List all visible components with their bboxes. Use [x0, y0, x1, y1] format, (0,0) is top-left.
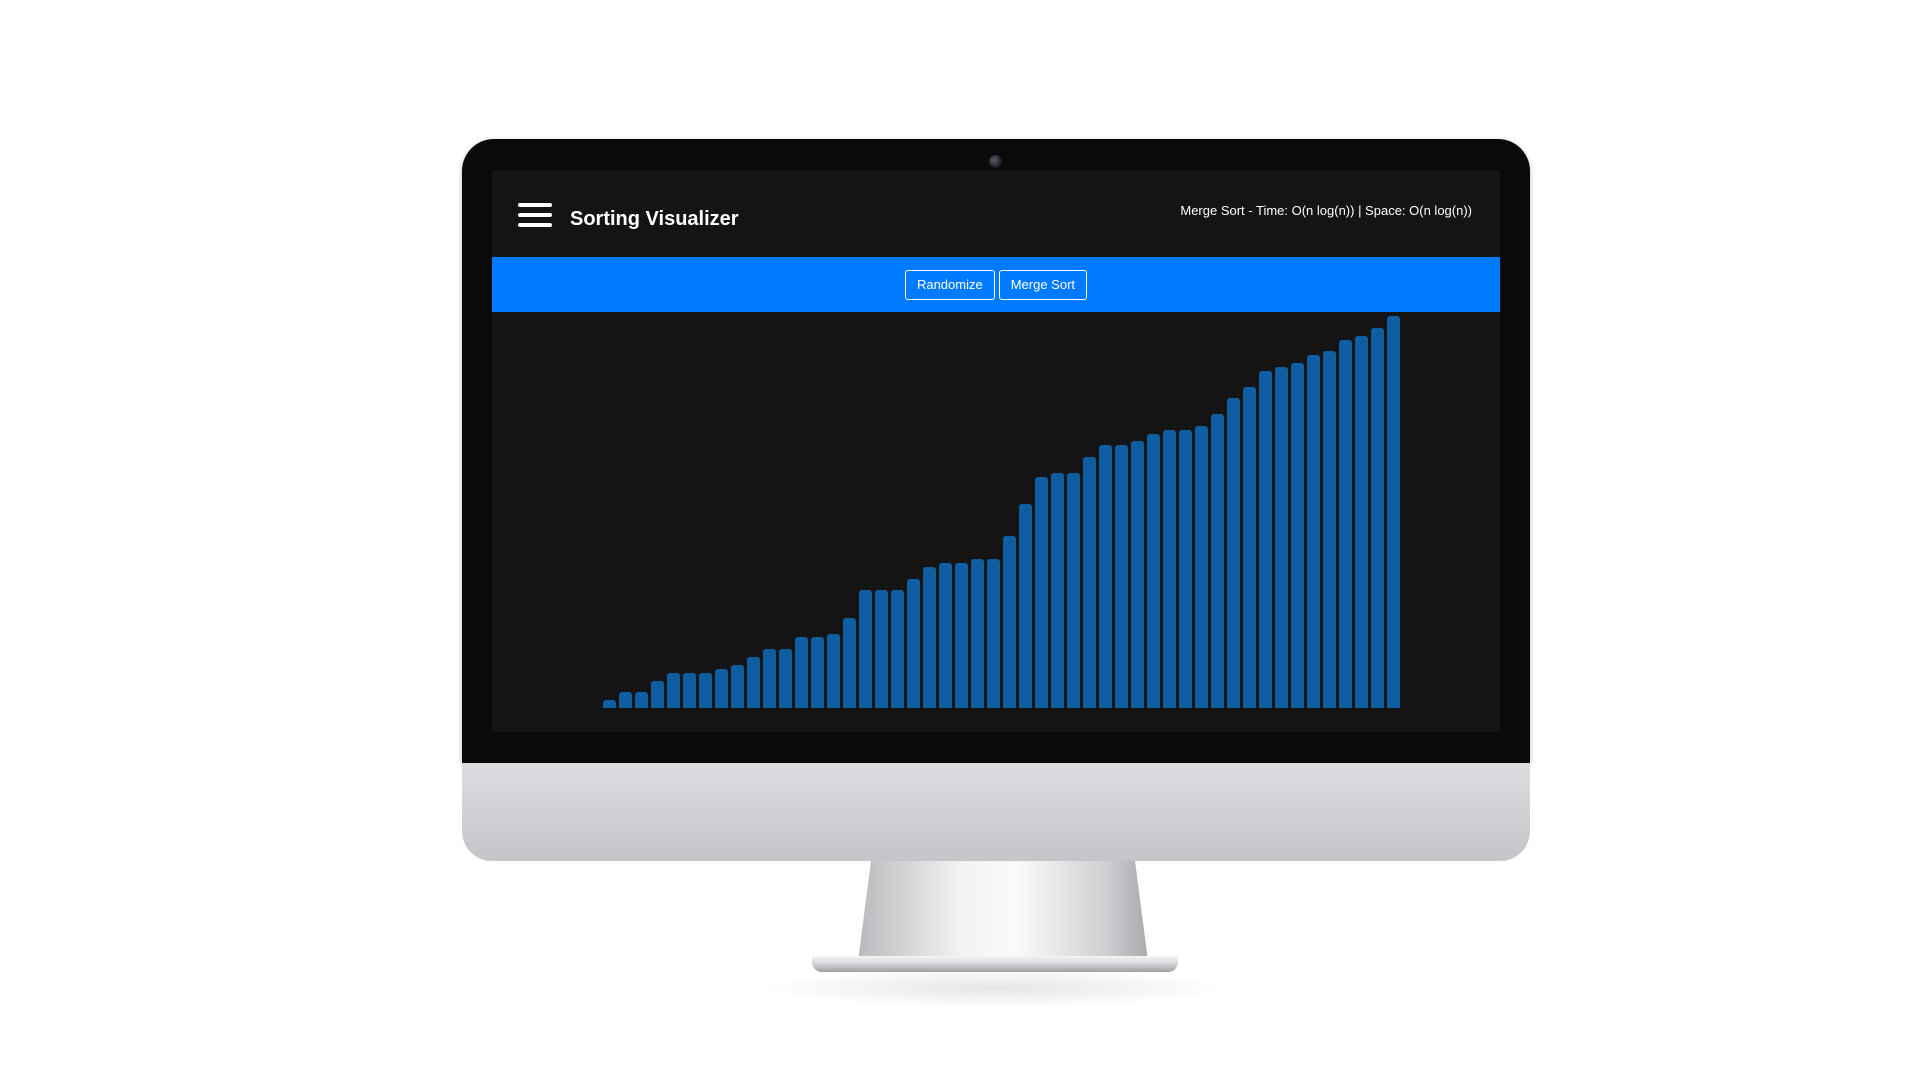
menu-line [518, 223, 552, 227]
array-bar [763, 649, 776, 708]
array-bar [1227, 398, 1240, 708]
array-bar [779, 649, 792, 708]
array-bar [1339, 340, 1352, 708]
array-bar [1275, 367, 1288, 708]
menu-line [518, 213, 552, 217]
array-bar [1371, 328, 1384, 708]
monitor-stand [858, 861, 1148, 961]
menu-line [518, 203, 552, 207]
array-bar [1211, 414, 1224, 708]
array-bar [1051, 473, 1064, 708]
array-bar [1163, 430, 1176, 708]
array-bar [875, 590, 888, 708]
merge-sort-button[interactable]: Merge Sort [998, 269, 1088, 300]
array-bar [603, 700, 616, 708]
array-bar [923, 567, 936, 708]
array-bar [971, 559, 984, 708]
desktop-scene: Sorting Visualizer Merge Sort - Time: O(… [0, 0, 1920, 1080]
toolbar: Randomize Merge Sort [492, 257, 1500, 312]
array-bar [1115, 445, 1128, 708]
array-bar [1291, 363, 1304, 708]
array-bar [1131, 441, 1144, 708]
bars-container [603, 316, 1400, 708]
array-bar [1003, 536, 1016, 708]
bars-chart [492, 312, 1500, 732]
array-bar [1083, 457, 1096, 708]
array-bar [667, 673, 680, 708]
array-bar [715, 669, 728, 708]
array-bar [795, 637, 808, 708]
array-bar [1019, 504, 1032, 708]
array-bar [1243, 387, 1256, 708]
array-bar [651, 681, 664, 708]
array-bar [731, 665, 744, 708]
array-bar [1179, 430, 1192, 708]
array-bar [955, 563, 968, 708]
app-title: Sorting Visualizer [570, 208, 739, 230]
monitor-chin [462, 763, 1530, 861]
randomize-button[interactable]: Randomize [904, 269, 995, 300]
array-bar [1323, 351, 1336, 708]
app-screen: Sorting Visualizer Merge Sort - Time: O(… [492, 170, 1500, 732]
array-bar [1035, 477, 1048, 708]
hamburger-menu-icon[interactable] [518, 203, 552, 229]
monitor-base [812, 956, 1178, 972]
array-bar [1099, 445, 1112, 708]
array-bar [747, 657, 760, 708]
array-bar [619, 692, 632, 708]
array-bar [683, 673, 696, 708]
array-bar [939, 563, 952, 708]
array-bar [907, 579, 920, 708]
array-bar [1195, 426, 1208, 708]
array-bar [1147, 434, 1160, 708]
array-bar [859, 590, 872, 708]
array-bar [1307, 355, 1320, 708]
algorithm-complexity-info: Merge Sort - Time: O(n log(n)) | Space: … [1180, 203, 1472, 218]
array-bar [843, 618, 856, 708]
array-bar [891, 590, 904, 708]
array-bar [1067, 473, 1080, 708]
array-bar [635, 692, 648, 708]
array-bar [987, 559, 1000, 708]
navbar: Sorting Visualizer Merge Sort - Time: O(… [492, 170, 1500, 257]
array-bar [1355, 336, 1368, 708]
array-bar [699, 673, 712, 708]
array-bar [811, 637, 824, 708]
array-bar [1259, 371, 1272, 708]
array-bar [1387, 316, 1400, 708]
stand-shadow [760, 968, 1230, 1008]
array-bar [827, 634, 840, 708]
webcam-icon [989, 155, 1002, 168]
